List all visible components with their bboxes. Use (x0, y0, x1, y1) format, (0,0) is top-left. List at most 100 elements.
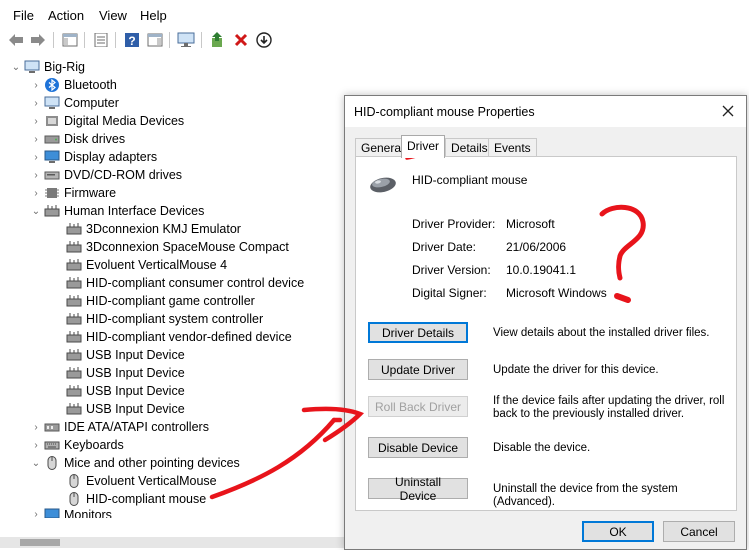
tree-device[interactable]: 3Dconnexion SpaceMouse Compact (64, 238, 289, 256)
computer-icon (24, 60, 40, 73)
prop-label: Driver Provider: (412, 217, 496, 231)
update-driver-icon[interactable] (209, 31, 227, 49)
show-hide-tree-icon[interactable] (61, 31, 79, 49)
prop-value: 10.0.19041.1 (506, 263, 577, 277)
tree-category[interactable]: › DVD/CD-ROM drives (30, 166, 182, 184)
tree-category[interactable]: › Keyboards (30, 436, 124, 454)
properties-dialog: HID-compliant mouse Properties General D… (344, 95, 747, 550)
prop-label: Driver Date: (412, 240, 477, 254)
chevron-right-icon[interactable]: › (30, 439, 42, 451)
back-arrow-icon[interactable] (7, 31, 25, 49)
tree-category[interactable]: ⌄ Mice and other pointing devices (30, 454, 240, 472)
tree-node-label: Evoluent VerticalMouse 4 (86, 258, 228, 272)
tab-details[interactable]: Details (445, 138, 494, 157)
hid-icon (66, 223, 82, 235)
tree-node-label: HID-compliant consumer control device (86, 276, 305, 290)
dialog-title: HID-compliant mouse Properties (354, 105, 535, 119)
tree-node-label: Monitors (64, 508, 112, 518)
scrollbar-thumb[interactable] (20, 539, 60, 546)
uninstall-device-button[interactable]: Uninstall Device (368, 475, 468, 503)
properties-icon[interactable] (92, 31, 110, 49)
close-icon[interactable] (720, 103, 736, 119)
tree-device[interactable]: 3Dconnexion KMJ Emulator (64, 220, 241, 238)
tree-device-selected[interactable]: HID-compliant mouse (64, 490, 206, 508)
tree-node-label: USB Input Device (86, 348, 185, 362)
button-description: View details about the installed driver … (493, 327, 710, 339)
monitor-icon (44, 508, 60, 518)
chevron-right-icon[interactable]: › (30, 187, 42, 199)
tree-node-label: Disk drives (64, 132, 126, 146)
tab-driver[interactable]: Driver (401, 135, 445, 158)
hid-icon (44, 205, 60, 217)
tree-node-label: Evoluent VerticalMouse (86, 474, 217, 488)
forward-arrow-icon[interactable] (29, 31, 47, 49)
chevron-right-icon[interactable]: › (30, 508, 42, 519)
chevron-right-icon[interactable]: › (30, 97, 42, 109)
tree-device[interactable]: USB Input Device (64, 400, 185, 418)
tree-node-label: Keyboards (64, 438, 124, 452)
chevron-down-icon[interactable]: ⌄ (30, 205, 42, 217)
tree-device[interactable]: HID-compliant vendor-defined device (64, 328, 292, 346)
action-pane-icon[interactable] (146, 31, 164, 49)
chevron-right-icon[interactable]: › (30, 421, 42, 433)
tree-category[interactable]: › Bluetooth (30, 76, 117, 94)
menu-view[interactable]: View (99, 8, 127, 23)
help-icon[interactable]: ? (123, 31, 141, 49)
update-driver-button[interactable]: Update Driver (368, 359, 468, 380)
scan-hardware-icon[interactable] (177, 31, 195, 49)
mouse-icon (69, 474, 79, 488)
tree-device[interactable]: HID-compliant system controller (64, 310, 263, 328)
tree-category[interactable]: › Display adapters (30, 148, 157, 166)
disable-icon[interactable] (255, 31, 273, 49)
tree-node-label: Bluetooth (64, 78, 117, 92)
uninstall-icon[interactable] (232, 31, 250, 49)
tree-category[interactable]: › Digital Media Devices (30, 112, 184, 130)
tree-node-label: Human Interface Devices (64, 204, 205, 218)
prop-label: Driver Version: (412, 263, 491, 277)
disable-device-button[interactable]: Disable Device (368, 437, 468, 458)
tree-device[interactable]: USB Input Device (64, 382, 185, 400)
chevron-right-icon[interactable]: › (30, 133, 42, 145)
tree-category[interactable]: › Monitors (30, 508, 112, 518)
tree-category[interactable]: › Disk drives (30, 130, 125, 148)
tree-node-label: HID-compliant system controller (86, 312, 264, 326)
menu-file[interactable]: File (13, 8, 34, 23)
cancel-button[interactable]: Cancel (663, 521, 735, 542)
button-description: If the device fails after updating the d… (493, 395, 725, 420)
tree-device[interactable]: Evoluent VerticalMouse (64, 472, 217, 490)
tree-category[interactable]: › Firmware (30, 184, 116, 202)
driver-tab-panel: HID-compliant mouse Driver Provider: Mic… (355, 156, 737, 511)
chevron-right-icon[interactable]: › (30, 169, 42, 181)
chevron-right-icon[interactable]: › (30, 151, 42, 163)
chevron-right-icon[interactable]: › (30, 79, 42, 91)
mouse-icon (69, 492, 79, 506)
chevron-down-icon[interactable]: ⌄ (30, 457, 42, 469)
tab-events[interactable]: Events (488, 138, 537, 157)
chevron-right-icon[interactable]: › (30, 115, 42, 127)
tree-device[interactable]: USB Input Device (64, 346, 185, 364)
tree-device[interactable]: USB Input Device (64, 364, 185, 382)
ok-button[interactable]: OK (582, 521, 654, 542)
tree-device[interactable]: HID-compliant game controller (64, 292, 255, 310)
menu-help[interactable]: Help (140, 8, 167, 23)
tree-device[interactable]: Evoluent VerticalMouse 4 (64, 256, 227, 274)
button-description: Uninstall the device from the system (Ad… (493, 483, 678, 508)
tree-category[interactable]: › Computer (30, 94, 119, 112)
button-description: Update the driver for this device. (493, 364, 659, 376)
tree-category[interactable]: ⌄ Human Interface Devices (30, 202, 205, 220)
tree-node-label: IDE ATA/ATAPI controllers (64, 420, 209, 434)
menu-action[interactable]: Action (48, 8, 84, 23)
toolbar-separator (84, 32, 85, 48)
horizontal-scrollbar[interactable] (0, 537, 345, 548)
chevron-down-icon[interactable]: ⌄ (10, 61, 22, 73)
tree-category[interactable]: › IDE ATA/ATAPI controllers (30, 418, 209, 436)
menu-bar: File Action View Help (0, 0, 749, 29)
tree-node-root[interactable]: ⌄ Big-Rig (10, 58, 85, 76)
driver-details-button[interactable]: Driver Details (368, 322, 468, 343)
hid-icon (66, 241, 82, 253)
dvd-drive-icon (44, 171, 60, 180)
bluetooth-icon (45, 78, 59, 92)
tree-device[interactable]: HID-compliant consumer control device (64, 274, 304, 292)
roll-back-driver-button[interactable]: Roll Back Driver (368, 396, 468, 417)
toolbar-separator (115, 32, 116, 48)
